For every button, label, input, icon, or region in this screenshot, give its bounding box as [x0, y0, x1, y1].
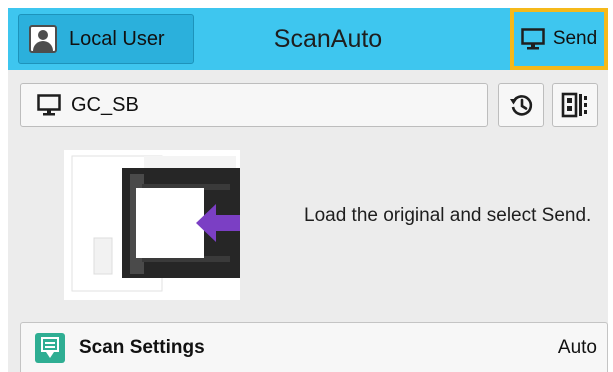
monitor-icon: [521, 28, 545, 50]
load-original-icon: [64, 150, 240, 300]
main-panel: GC_SB Load the original and select Send.…: [8, 70, 608, 372]
instruction-message: Load the original and select Send.: [304, 205, 592, 226]
monitor-icon: [37, 94, 61, 116]
user-icon: [29, 25, 57, 53]
app-title: ScanAuto: [273, 25, 383, 53]
send-label: Send: [552, 28, 598, 49]
header-bar: Local User ScanAuto Send: [8, 8, 608, 70]
scan-settings-value: Auto: [557, 336, 597, 358]
scan-settings-row[interactable]: Scan Settings Auto: [20, 322, 608, 372]
scan-settings-label: Scan Settings: [79, 336, 205, 358]
destination-field[interactable]: GC_SB: [20, 83, 488, 127]
scan-settings-icon: [35, 332, 65, 363]
destination-label: GC_SB: [71, 93, 139, 116]
user-label: Local User: [69, 27, 165, 50]
local-user-button[interactable]: Local User: [18, 14, 194, 64]
history-button[interactable]: [498, 83, 544, 127]
send-button[interactable]: Send: [510, 8, 608, 70]
history-icon: [510, 95, 533, 116]
document-feeder-illustration: [64, 150, 240, 300]
duplex-icon: [561, 92, 587, 118]
duplex-button[interactable]: [552, 83, 598, 127]
